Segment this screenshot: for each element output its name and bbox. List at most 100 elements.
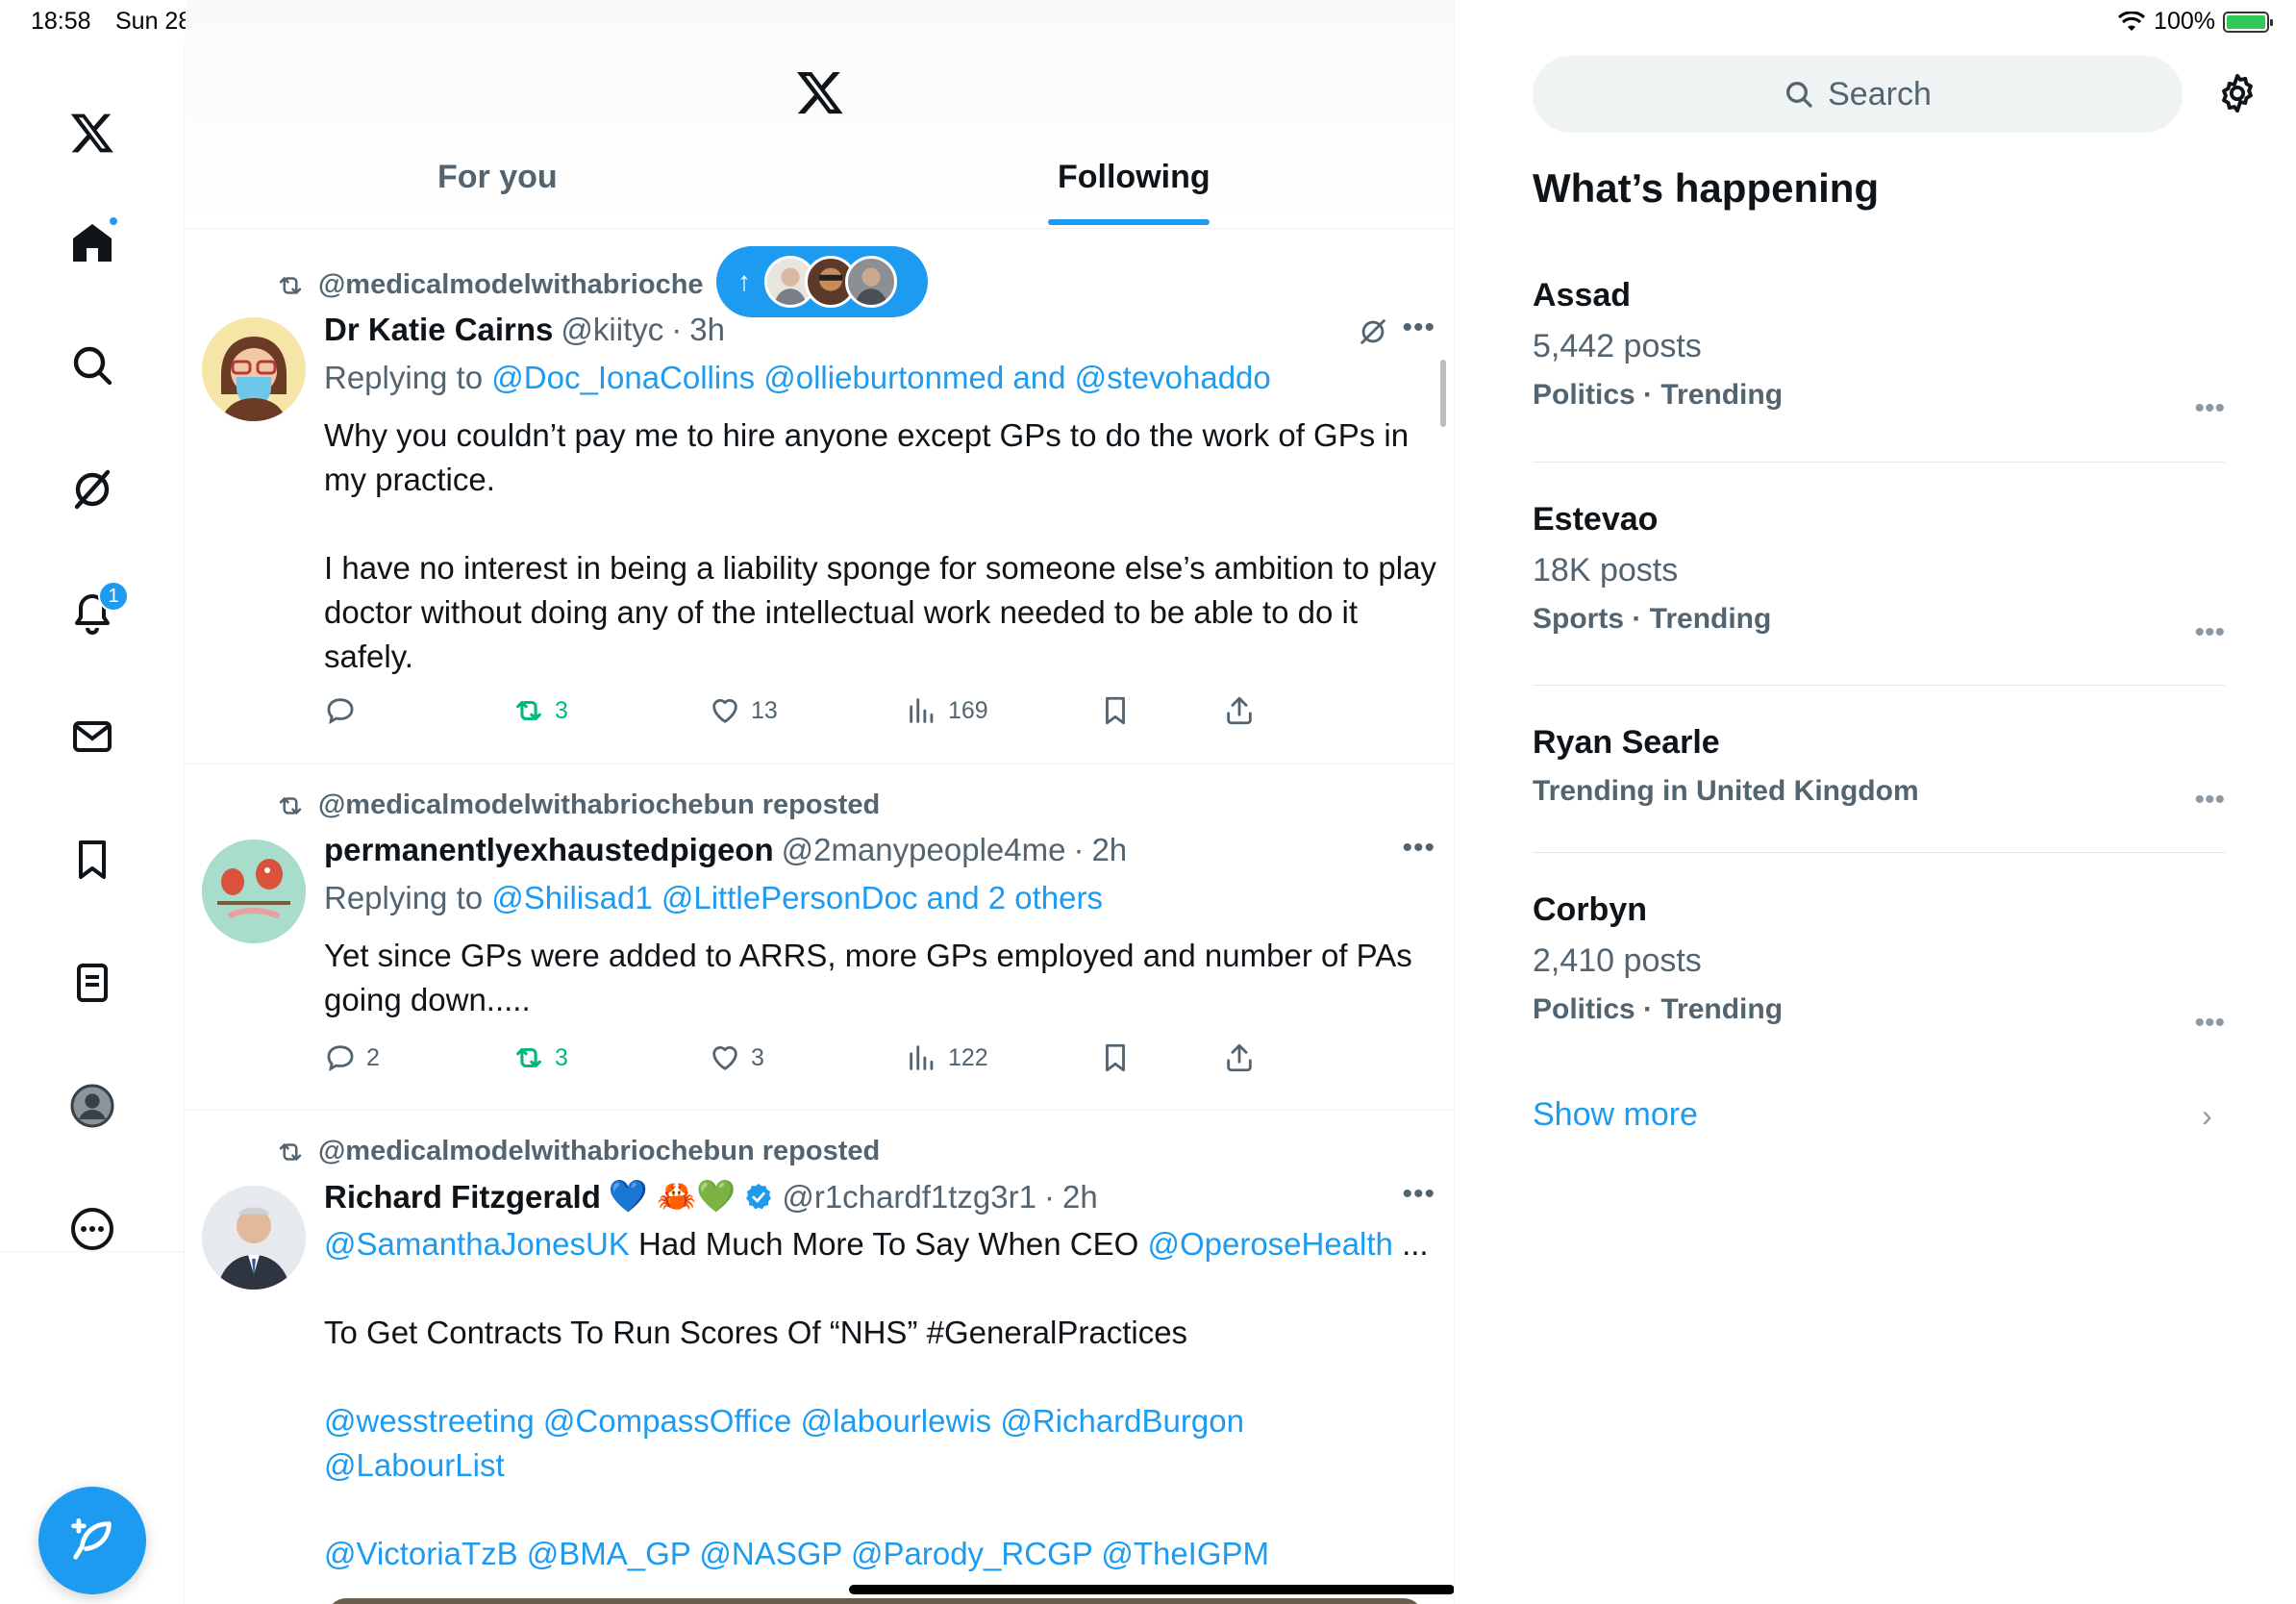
repost-icon (279, 276, 302, 294)
settings-gear-icon[interactable] (2215, 71, 2259, 115)
post-text-line: To Get Contracts To Run Scores Of “NHS” … (324, 1315, 1188, 1350)
trend-item[interactable]: Estevao 18K posts Sports · Trending ••• (1533, 501, 2225, 648)
tab-following[interactable]: Following (1058, 159, 1210, 196)
post-time[interactable]: 2h (1062, 1179, 1098, 1216)
bookmarks-icon[interactable] (54, 821, 131, 898)
left-navigation: 1 (0, 44, 185, 1604)
trend-divider (1533, 462, 2225, 463)
trend-item[interactable]: Assad 5,442 posts Politics · Trending ••… (1533, 277, 2225, 424)
repost-by[interactable]: @medicalmodelwithabrioche (318, 269, 704, 301)
x-logo-icon[interactable] (54, 94, 131, 171)
right-sidebar: Search What’s happening Assad 5,442 post… (1456, 0, 2296, 1604)
messages-envelope-icon[interactable] (54, 698, 131, 775)
chevron-right-icon[interactable]: › (2202, 1098, 2212, 1134)
avatar[interactable] (202, 317, 306, 421)
repost-button[interactable]: 3 (512, 694, 568, 727)
repost-icon (279, 1142, 302, 1161)
reply-mention-last[interactable]: 2 others (988, 880, 1103, 915)
share-button[interactable] (1223, 1041, 1256, 1074)
mention-links[interactable]: @wesstreeting @CompassOffice @labourlewi… (324, 1399, 1439, 1443)
reply-icon (327, 1045, 354, 1072)
post-time[interactable]: 2h (1091, 832, 1127, 868)
grok-icon[interactable] (54, 451, 131, 528)
show-more-link[interactable]: Show more (1533, 1096, 1698, 1134)
home-unread-dot (108, 215, 119, 227)
home-indicator[interactable] (849, 1585, 1454, 1594)
mention-link[interactable]: @SamanthaJonesUK (324, 1226, 630, 1262)
like-button[interactable]: 13 (709, 694, 778, 727)
post-media-preview[interactable] (327, 1598, 1423, 1604)
reply-and: and (1012, 360, 1066, 395)
bookmark-button[interactable] (1099, 694, 1132, 727)
repost-by[interactable]: @medicalmodelwithabriochebun reposted (318, 1136, 880, 1167)
repost-by[interactable]: @medicalmodelwithabriochebun reposted (318, 789, 880, 821)
trend-item[interactable]: Corbyn 2,410 posts Politics · Trending •… (1533, 891, 2225, 1039)
avatar[interactable] (202, 840, 306, 943)
verified-badge-icon (746, 1183, 772, 1209)
author-handle[interactable]: @2manypeople4me (782, 832, 1066, 868)
post[interactable]: @medicalmodelwithabriochebun reposted Ri… (186, 1111, 1454, 1604)
author-name[interactable]: permanentlyexhaustedpigeon (324, 832, 774, 868)
x-logo-icon[interactable] (795, 67, 845, 117)
lists-icon[interactable] (54, 944, 131, 1021)
compose-post-button[interactable] (38, 1487, 146, 1594)
like-count: 13 (751, 696, 778, 724)
post-text: Why you couldn’t pay me to hire anyone e… (324, 414, 1439, 679)
repost-button[interactable]: 3 (512, 1041, 568, 1074)
views-button[interactable]: 122 (906, 1041, 988, 1074)
reply-mention-last[interactable]: @stevohaddo (1075, 360, 1271, 395)
share-button[interactable] (1223, 694, 1256, 727)
mention-links[interactable]: @VictoriaTzB @BMA_GP @NASGP @Parody_RCGP… (324, 1532, 1439, 1576)
search-icon[interactable] (54, 327, 131, 404)
author-name[interactable]: Richard Fitzgerald (324, 1179, 601, 1216)
reply-mentions[interactable]: @Shilisad1 @LittlePersonDoc (491, 880, 917, 915)
grok-explain-icon[interactable] (1357, 315, 1389, 348)
author-line: Richard Fitzgerald 💙 🦀💚 @r1chardf1tzg3r1… (324, 1178, 1098, 1216)
reply-button[interactable] (324, 694, 366, 727)
bookmark-button[interactable] (1099, 1041, 1132, 1074)
arrow-up-icon: ↑ (737, 266, 751, 296)
trend-more-icon[interactable]: ••• (2194, 784, 2225, 816)
author-handle[interactable]: @r1chardf1tzg3r1 (782, 1179, 1036, 1216)
more-options-icon[interactable] (54, 1190, 131, 1267)
profile-avatar-icon[interactable] (54, 1067, 131, 1144)
repost-count: 3 (555, 1043, 568, 1071)
reply-mentions[interactable]: @Doc_IonaCollins @ollieburtonmed (491, 360, 1004, 395)
status-time: 18:58 (31, 8, 91, 35)
avatar[interactable] (202, 1186, 306, 1290)
mention-links[interactable]: @LabourList (324, 1443, 1439, 1488)
post-time[interactable]: 3h (689, 312, 725, 348)
trend-item[interactable]: Ryan Searle Trending in United Kingdom •… (1533, 724, 2225, 815)
trend-posts: 2,410 posts (1533, 942, 1702, 979)
reply-button[interactable]: 2 (324, 1041, 380, 1074)
compose-feather-icon (71, 1518, 112, 1560)
views-chart-icon (910, 1045, 934, 1070)
share-icon (1227, 1043, 1252, 1072)
search-input[interactable]: Search (1533, 56, 2183, 133)
repost-icon (516, 1047, 541, 1068)
trend-more-icon[interactable]: ••• (2194, 1007, 2225, 1040)
author-name[interactable]: Dr Katie Cairns (324, 312, 553, 348)
trend-name: Ryan Searle (1533, 724, 1720, 761)
trend-more-icon[interactable]: ••• (2194, 392, 2225, 425)
post-more-icon[interactable]: ••• (1402, 832, 1435, 865)
tab-for-you[interactable]: For you (437, 159, 558, 196)
post-text-paragraph: Why you couldn’t pay me to hire anyone e… (324, 417, 1410, 497)
like-button[interactable]: 3 (709, 1041, 764, 1074)
post-more-icon[interactable]: ••• (1402, 1178, 1435, 1211)
notifications-bell-icon[interactable]: 1 (54, 575, 131, 652)
new-posts-pill[interactable]: ↑ (716, 246, 928, 317)
views-button[interactable]: 169 (906, 694, 988, 727)
repost-icon (516, 700, 541, 721)
home-icon[interactable] (54, 204, 131, 281)
trend-more-icon[interactable]: ••• (2194, 616, 2225, 649)
post[interactable]: @medicalmodelwithabriochebun reposted pe… (186, 764, 1454, 1111)
bookmark-icon (1106, 696, 1125, 725)
repost-icon (279, 796, 302, 815)
search-placeholder: Search (1828, 75, 1932, 113)
author-handle[interactable]: @kiityc (561, 312, 663, 348)
reply-count: 2 (366, 1043, 380, 1071)
share-icon (1227, 696, 1252, 725)
mention-link[interactable]: @OperoseHealth (1147, 1226, 1392, 1262)
post-more-icon[interactable]: ••• (1402, 312, 1435, 344)
